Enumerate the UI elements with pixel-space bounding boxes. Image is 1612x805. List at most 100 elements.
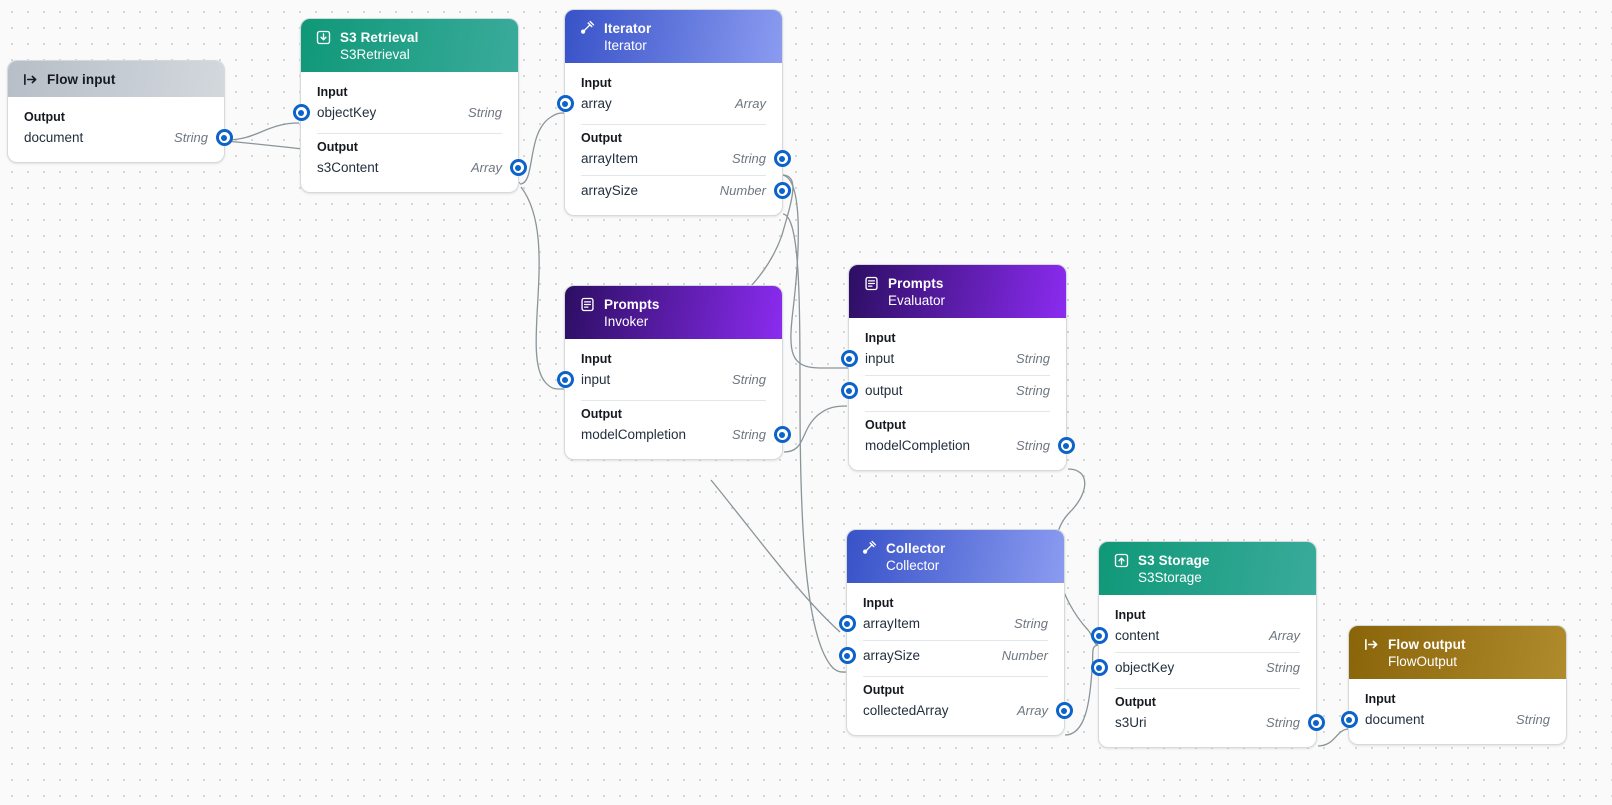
- io-type: String: [1016, 351, 1050, 366]
- output-section-label: Output: [317, 140, 358, 154]
- node-subtitle: FlowOutput: [1388, 654, 1458, 669]
- node-body-collector: Input arrayItem String arraySize Number Outpu…: [838, 583, 1073, 735]
- node-header-iterator[interactable]: Iterator Iterator: [565, 10, 782, 63]
- output-row-modelCompletion[interactable]: modelCompletion String: [849, 433, 1075, 459]
- input-row-arrayItem[interactable]: arrayItem String: [838, 611, 1064, 637]
- node-header-collector[interactable]: Collector Collector: [847, 530, 1064, 583]
- io-name: array: [581, 96, 612, 111]
- node-iterator[interactable]: Iterator Iterator Input array Array Output arr…: [556, 9, 791, 216]
- node-title: Collector: [886, 540, 946, 556]
- node-prompts-evaluator[interactable]: Prompts Evaluator Input input String output St…: [840, 264, 1075, 471]
- output-row-s3Uri[interactable]: s3Uri String: [1099, 710, 1325, 736]
- output-row-arrayItem[interactable]: arrayItem String: [565, 146, 791, 172]
- output-port-s3Content[interactable]: [509, 159, 527, 176]
- output-row-document[interactable]: document String: [8, 125, 233, 151]
- output-port-modelCompletion[interactable]: [1057, 437, 1075, 454]
- node-header-prompts-invoker[interactable]: Prompts Invoker: [565, 286, 782, 339]
- section-divider: [317, 133, 502, 134]
- node-title: S3 Storage: [1138, 552, 1210, 568]
- node-header-prompts-evaluator[interactable]: Prompts Evaluator: [849, 265, 1066, 318]
- input-row-content[interactable]: content Array: [1090, 623, 1316, 649]
- input-section-label: Input: [1365, 692, 1396, 706]
- edge-collector-collectedarray-to-s3storage-content: [1064, 644, 1099, 736]
- output-port-arraySize[interactable]: [773, 182, 791, 199]
- node-title: Flow input: [47, 71, 116, 87]
- node-flow-input[interactable]: Flow input Output document String: [7, 60, 233, 163]
- output-section-label: Output: [581, 407, 622, 421]
- input-port-array[interactable]: [556, 95, 574, 112]
- node-collector[interactable]: Collector Collector Input arrayItem String ar…: [838, 529, 1073, 736]
- flow-output-icon: [1363, 636, 1379, 652]
- input-port-input[interactable]: [556, 371, 574, 388]
- output-port-document[interactable]: [215, 129, 233, 146]
- output-port-collectedArray[interactable]: [1055, 702, 1073, 719]
- node-header-s3-retrieval[interactable]: S3 Retrieval S3Retrieval: [301, 19, 518, 72]
- io-type: Number: [719, 183, 766, 198]
- input-row-objectKey[interactable]: objectKey String: [292, 100, 518, 126]
- node-s3-retrieval[interactable]: S3 Retrieval S3Retrieval Input objectKey Str…: [292, 18, 527, 193]
- io-name: modelCompletion: [581, 427, 687, 442]
- output-row-arraySize[interactable]: arraySize Number: [565, 178, 791, 204]
- node-header-flow-output[interactable]: Flow output FlowOutput: [1349, 626, 1566, 679]
- io-name: output: [865, 383, 903, 398]
- section-divider: [1115, 688, 1300, 689]
- node-body-s3-retrieval: Input objectKey String Output s3Content Array: [292, 72, 527, 192]
- io-name: arrayItem: [581, 151, 639, 166]
- edge-invoker-modelcompletion-to-evaluator-output: [783, 405, 848, 453]
- io-name: s3Uri: [1115, 715, 1147, 730]
- node-s3-storage[interactable]: S3 Storage S3Storage Input content Array obje…: [1090, 541, 1325, 748]
- input-row-input[interactable]: input String: [840, 346, 1066, 372]
- input-row-arraySize[interactable]: arraySize Number: [838, 643, 1064, 669]
- output-section-label: Output: [581, 131, 622, 145]
- input-section-label: Input: [863, 596, 894, 610]
- flow-input-icon: [22, 71, 38, 87]
- output-row-modelCompletion[interactable]: modelCompletion String: [565, 422, 791, 448]
- section-divider: [863, 676, 1048, 677]
- node-subtitle: Invoker: [604, 314, 649, 329]
- prompt-document-icon: [579, 296, 595, 312]
- io-type: Number: [1001, 648, 1048, 663]
- row-divider: [1115, 652, 1300, 653]
- io-name: document: [24, 130, 84, 145]
- io-name: collectedArray: [863, 703, 949, 718]
- io-type: String: [732, 372, 766, 387]
- io-name: input: [865, 351, 895, 366]
- node-flow-output[interactable]: Flow output FlowOutput Input document String: [1340, 625, 1567, 745]
- node-body-s3-storage: Input content Array objectKey String Output s3…: [1090, 595, 1325, 747]
- input-port-objectKey[interactable]: [1090, 659, 1108, 676]
- node-prompts-invoker[interactable]: Prompts Invoker Input input String Output mode…: [556, 285, 791, 460]
- output-port-arrayItem[interactable]: [773, 150, 791, 167]
- node-title: Prompts: [604, 296, 660, 312]
- input-port-arraySize[interactable]: [838, 647, 856, 664]
- output-port-s3Uri[interactable]: [1307, 714, 1325, 731]
- io-name: objectKey: [1115, 660, 1175, 675]
- io-name: input: [581, 372, 611, 387]
- input-row-document[interactable]: document String: [1340, 707, 1566, 733]
- io-name: arrayItem: [863, 616, 921, 631]
- flow-canvas[interactable]: Flow input Output document String S3 Retriev…: [0, 0, 1612, 805]
- node-title: Prompts: [888, 275, 944, 291]
- io-type: String: [1266, 660, 1300, 675]
- input-port-arrayItem[interactable]: [838, 615, 856, 632]
- node-subtitle: S3Storage: [1138, 570, 1202, 585]
- input-section-label: Input: [865, 331, 896, 345]
- output-port-modelCompletion[interactable]: [773, 426, 791, 443]
- edge-s3storage-s3uri-to-flowoutput-document: [1317, 728, 1349, 747]
- iterator-icon: [579, 20, 595, 36]
- input-row-array[interactable]: array Array: [556, 91, 782, 117]
- input-port-content[interactable]: [1090, 627, 1108, 644]
- input-row-objectKey[interactable]: objectKey String: [1090, 655, 1316, 681]
- input-row-output[interactable]: output String: [840, 378, 1066, 404]
- node-title: S3 Retrieval: [340, 29, 419, 45]
- node-header-flow-input[interactable]: Flow input: [8, 61, 224, 97]
- output-row-s3Content[interactable]: s3Content Array: [301, 155, 527, 181]
- output-row-collectedArray[interactable]: collectedArray Array: [847, 698, 1073, 724]
- input-port-document[interactable]: [1340, 711, 1358, 728]
- iterator-icon: [861, 540, 877, 556]
- input-port-input[interactable]: [840, 350, 858, 367]
- input-port-output[interactable]: [840, 382, 858, 399]
- io-name: s3Content: [317, 160, 379, 175]
- node-header-s3-storage[interactable]: S3 Storage S3Storage: [1099, 542, 1316, 595]
- input-port-objectKey[interactable]: [292, 104, 310, 121]
- input-row-input[interactable]: input String: [556, 367, 782, 393]
